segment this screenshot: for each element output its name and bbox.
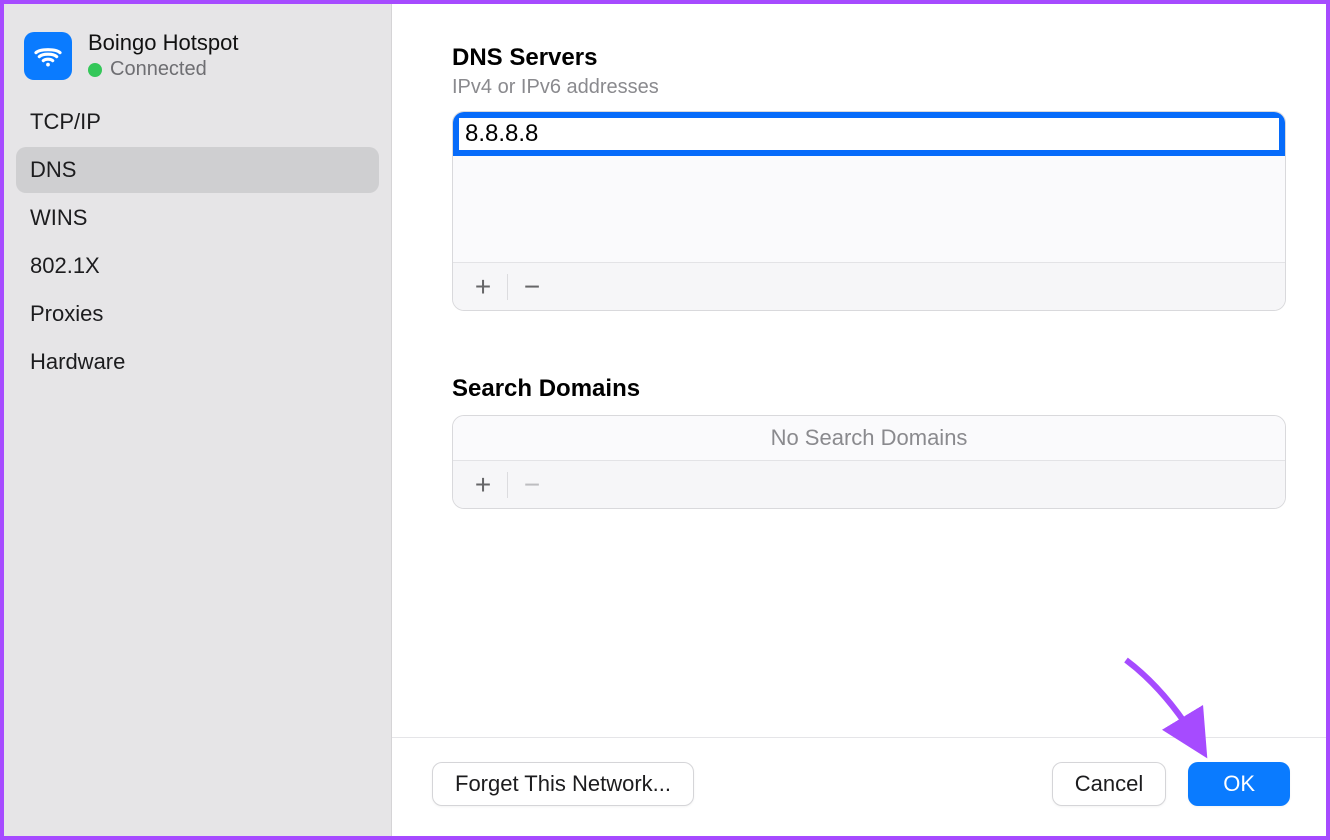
dns-servers-body: [453, 112, 1285, 262]
wifi-icon: [24, 32, 72, 80]
cancel-button[interactable]: Cancel: [1052, 762, 1166, 806]
dns-servers-title: DNS Servers: [452, 44, 1286, 72]
status-dot-icon: [88, 63, 102, 77]
tab-8021x[interactable]: 802.1X: [16, 243, 379, 289]
dns-add-button[interactable]: +: [463, 270, 503, 304]
network-name: Boingo Hotspot: [88, 30, 238, 56]
search-domains-list[interactable]: No Search Domains + −: [452, 415, 1286, 509]
tab-dns[interactable]: DNS: [16, 147, 379, 193]
tab-proxies[interactable]: Proxies: [16, 291, 379, 337]
search-domains-body: No Search Domains: [453, 416, 1285, 460]
spacer: [452, 403, 1286, 415]
dialog-buttons: Cancel OK: [1052, 762, 1290, 806]
main-panel: DNS Servers IPv4 or IPv6 addresses + −: [392, 4, 1326, 836]
network-status: Connected: [88, 58, 238, 81]
network-header: Boingo Hotspot Connected: [16, 4, 379, 99]
search-domains-footer: + −: [453, 460, 1285, 508]
spacer: [452, 311, 1286, 375]
dns-servers-list[interactable]: + −: [452, 111, 1286, 311]
search-domain-remove-button[interactable]: −: [512, 468, 552, 502]
network-settings-window: Boingo Hotspot Connected TCP/IP DNS WINS…: [0, 0, 1330, 840]
settings-tabs: TCP/IP DNS WINS 802.1X Proxies Hardware: [16, 99, 379, 385]
content-area: DNS Servers IPv4 or IPv6 addresses + −: [392, 4, 1326, 737]
ok-button[interactable]: OK: [1188, 762, 1290, 806]
dns-remove-button[interactable]: −: [512, 270, 552, 304]
tab-hardware[interactable]: Hardware: [16, 339, 379, 385]
dns-server-row-editing[interactable]: [453, 112, 1285, 156]
minus-icon: −: [524, 469, 540, 501]
tab-wins[interactable]: WINS: [16, 195, 379, 241]
footer-separator: [507, 274, 508, 300]
dns-servers-footer: + −: [453, 262, 1285, 310]
tab-tcpip[interactable]: TCP/IP: [16, 99, 379, 145]
search-domain-add-button[interactable]: +: [463, 468, 503, 502]
bottom-bar: Forget This Network... Cancel OK: [392, 737, 1326, 836]
plus-icon: +: [475, 271, 491, 303]
network-status-label: Connected: [110, 58, 207, 81]
network-header-text: Boingo Hotspot Connected: [88, 30, 238, 81]
search-domains-title: Search Domains: [452, 375, 1286, 403]
footer-separator: [507, 472, 508, 498]
sidebar: Boingo Hotspot Connected TCP/IP DNS WINS…: [4, 4, 392, 836]
plus-icon: +: [475, 469, 491, 501]
minus-icon: −: [524, 271, 540, 303]
search-domains-empty-text: No Search Domains: [771, 425, 968, 451]
dns-servers-subtitle: IPv4 or IPv6 addresses: [452, 76, 1286, 99]
forget-network-button[interactable]: Forget This Network...: [432, 762, 694, 806]
dns-server-input[interactable]: [465, 120, 1273, 148]
